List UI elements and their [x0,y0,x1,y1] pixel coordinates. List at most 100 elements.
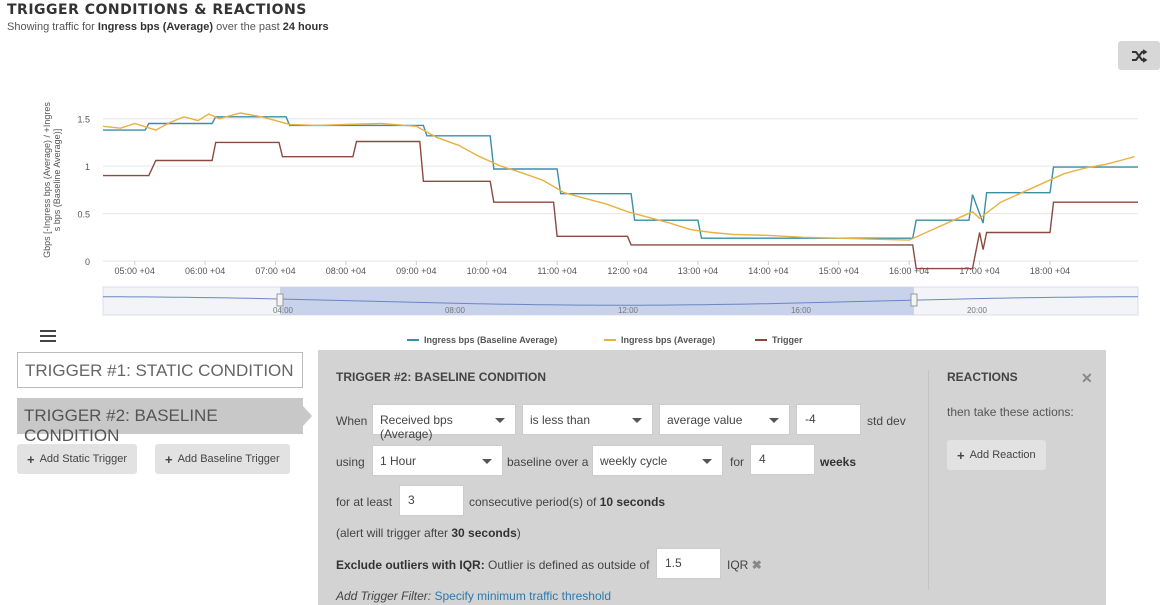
chart-tools-button[interactable] [1118,41,1160,70]
periods-input[interactable]: 3 [399,485,464,516]
atleast-label: for at least [336,495,393,509]
navigator-label: 16:00 [791,306,812,315]
plus-icon: + [165,451,173,467]
operator-select-value: is less than [530,413,591,427]
tools-icon [1132,48,1148,63]
iqr-row: IQR ✖ [727,558,762,572]
navigator-label: 08:00 [445,306,466,315]
weeks-label: weeks [820,455,856,469]
y-axis-title-line: s bps (Baseline Average)] [52,129,62,231]
y-axis-title: Gbps [-Ingress bps (Average) / +Ingress … [42,102,62,258]
tab-trigger-1[interactable]: TRIGGER #1: STATIC CONDITION [17,352,303,388]
legend-label: Ingress bps (Baseline Average) [424,335,557,345]
outlier-label: Exclude outliers with IQR: [336,558,485,572]
navigator-handle-right [910,293,918,307]
tab-trigger-2[interactable]: TRIGGER #2: BASELINE CONDITION [17,398,303,445]
y-tick-label: 0 [85,257,90,267]
subtitle-period: 24 hours [282,21,329,33]
stddev-label: std dev [867,414,906,428]
navigator-handle-left [276,293,284,307]
x-tick-label: 10:00 +04 [467,266,507,276]
x-tick-label: 14:00 +04 [748,266,788,276]
chevron-down-icon [769,418,779,423]
y-tick-label: 1.5 [77,115,90,125]
page-subtitle: Showing traffic for Ingress bps (Average… [7,21,329,33]
weeks-input[interactable]: 4 [750,444,815,475]
baseline-average-line [103,116,1138,239]
iqr-input[interactable]: 1.5 [656,548,721,579]
x-tick-label: 13:00 +04 [678,266,718,276]
interval-select[interactable]: 1 Hour [372,445,503,476]
traffic-chart-svg: 0 0.5 1 1.5 Gbps [-Ingress bps (Average) / +… [42,102,1139,345]
condition-title: TRIGGER #2: BASELINE CONDITION [336,370,547,384]
chevron-down-icon [702,459,712,464]
filter-label: Add Trigger Filter: [336,589,432,603]
minimum-threshold-link[interactable]: Specify minimum traffic threshold [434,589,611,603]
subtitle-mid: over the past [213,21,283,33]
reactions-section: REACTIONS ✕ then take these actions: + A… [928,370,1098,590]
weeks-label-text: weeks [820,455,857,469]
x-tick-label: 18:00 +04 [1030,266,1070,276]
alert-suffix: ) [516,526,521,540]
outlier-row: Exclude outliers with IQR: Outlier is de… [336,558,649,572]
periods-duration: 10 seconds [599,495,666,509]
when-label: When [336,414,368,428]
outlier-text: Outlier is defined as outside of [484,558,650,572]
condition-panel: TRIGGER #2: BASELINE CONDITION When Rece… [318,350,1106,605]
reactions-text: then take these actions: [947,405,1074,419]
add-static-trigger-button[interactable]: + Add Static Trigger [17,444,138,474]
y-tick-label: 1 [85,162,90,172]
interval-select-value: 1 Hour [380,454,417,468]
x-tick-label: 16:00 +04 [889,266,929,276]
add-reaction-button[interactable]: + Add Reaction [947,440,1046,470]
cycle-select-value: weekly cycle [600,454,668,468]
page-title: TRIGGER CONDITIONS & REACTIONS [7,2,307,18]
close-icon[interactable]: ✕ [1081,370,1093,387]
compare-select[interactable]: average value [659,404,790,435]
traffic-chart: 0 0.5 1 1.5 Gbps [-Ingress bps (Average) / +… [0,80,1160,350]
compare-select-value: average value [667,413,743,427]
x-tick-label: 06:00 +04 [185,266,225,276]
periods-text-label: consecutive period(s) of [469,495,600,509]
x-tick-label: 17:00 +04 [959,266,999,276]
for-label: for [730,455,745,469]
chevron-down-icon [482,459,492,464]
x-tick-label: 05:00 +04 [115,266,155,276]
active-tab-arrow [303,406,312,426]
x-tick-label: 07:00 +04 [255,266,295,276]
subtitle-prefix: Showing traffic for [7,21,98,33]
navigator-label: 20:00 [967,306,988,315]
cycle-select[interactable]: weekly cycle [592,445,723,476]
using-label: using [336,455,365,469]
chevron-down-icon [632,418,642,423]
legend-label: Trigger [772,335,803,345]
alert-duration: 30 seconds [451,526,517,540]
hamburger-menu-icon[interactable] [40,330,56,342]
add-baseline-trigger-label: Add Baseline Trigger [177,453,280,465]
subtitle-metric: Ingress bps (Average) [97,21,214,33]
stddev-input[interactable]: -4 [796,404,861,435]
add-baseline-trigger-button[interactable]: + Add Baseline Trigger [155,444,290,474]
alert-prefix: (alert will trigger after [336,526,452,540]
plus-icon: + [957,447,965,463]
add-static-trigger-label: Add Static Trigger [39,453,128,465]
navigator-label: 12:00 [618,306,639,315]
navigator-label: 04:00 [273,306,294,315]
metric-select-value: Received bps (Average) [380,413,453,441]
operator-select[interactable]: is less than [522,404,653,435]
x-tick-label: 12:00 +04 [607,266,647,276]
metric-select[interactable]: Received bps (Average) [372,404,516,441]
x-tick-label: 11:00 +04 [537,266,577,276]
periods-text: consecutive period(s) of 10 seconds [469,495,665,509]
chevron-down-icon [495,418,505,423]
legend-label: Ingress bps (Average) [621,335,715,345]
add-reaction-label: Add Reaction [969,449,1036,461]
trigger-filter-row: Add Trigger Filter: Specify minimum traf… [336,589,611,603]
trigger-line [103,140,1138,270]
y-axis-title-line: Gbps [-Ingress bps (Average) / +Ingres [42,102,52,258]
baseline-label: baseline over a [507,455,589,469]
remove-iqr-icon[interactable]: ✖ [752,558,762,572]
page-header: TRIGGER CONDITIONS & REACTIONS Showing t… [7,2,329,33]
alert-note: (alert will trigger after 30 seconds) [336,526,521,540]
x-tick-label: 15:00 +04 [819,266,859,276]
